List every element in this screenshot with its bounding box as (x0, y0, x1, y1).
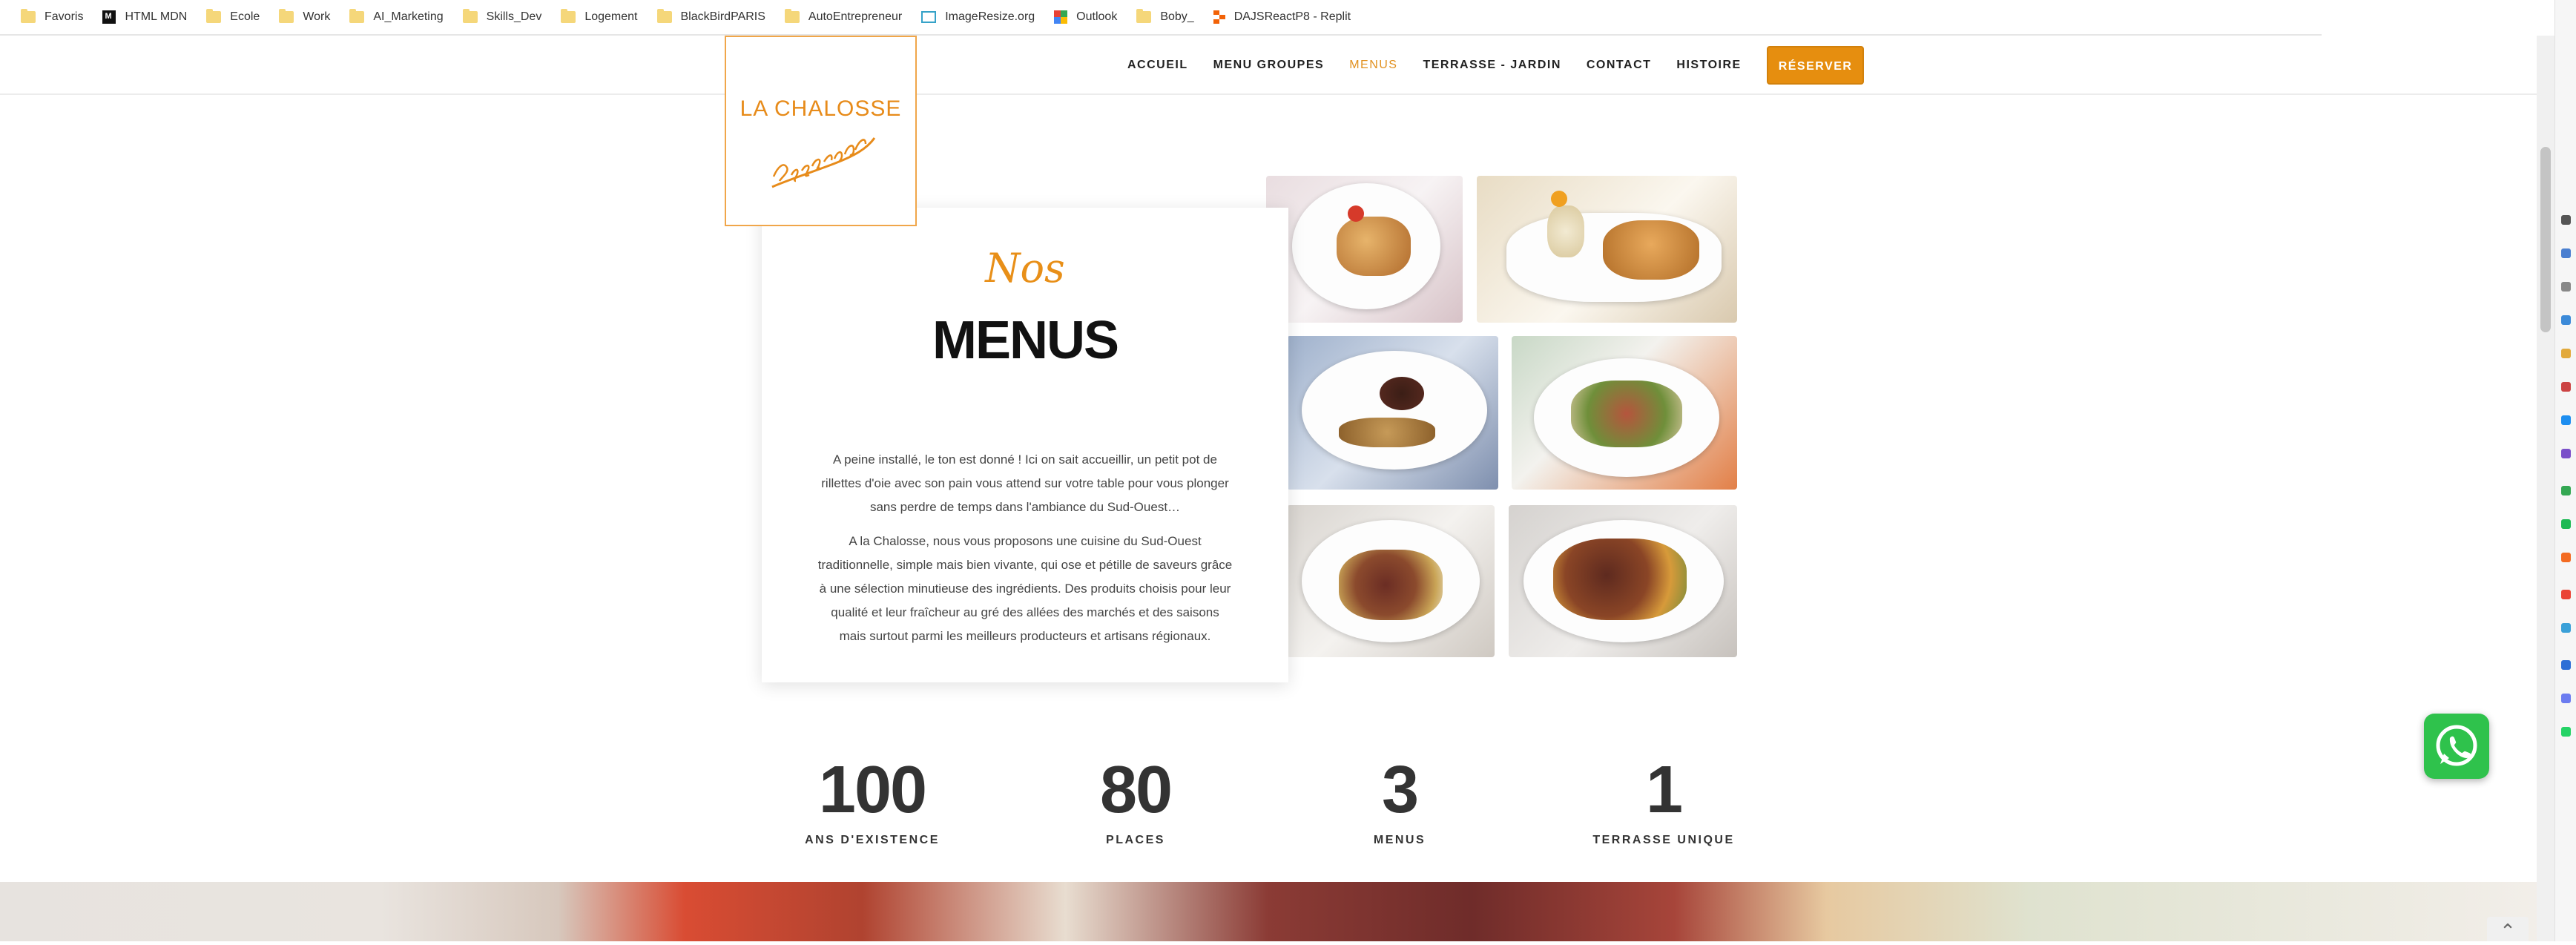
folder-icon (656, 9, 672, 23)
sidebar-app-icon[interactable] (2561, 282, 2571, 292)
nav-histoire[interactable]: HISTOIRE (1676, 59, 1741, 72)
bookmark-favoris[interactable]: Favoris (13, 0, 95, 35)
counter-terrace-value: 1 (1645, 753, 1683, 827)
sidebar-app-icon[interactable] (2561, 553, 2571, 562)
sidebar-app-icon[interactable] (2561, 349, 2571, 358)
sidebar-app-icon[interactable] (2561, 694, 2571, 703)
counter-years-label: ANS D'EXISTENCE (805, 834, 940, 846)
whatsapp-icon (2436, 725, 2477, 766)
folder-icon (279, 9, 294, 23)
dish-photo-1 (1266, 176, 1463, 323)
counter-menus-value: 3 (1381, 753, 1419, 827)
site-header: ACCUEIL MENU GROUPES MENUS TERRASSE - JA… (0, 36, 2537, 95)
bookmark-autoentrepreneur[interactable]: AutoEntrepreneur (777, 0, 914, 35)
sidebar-app-icon[interactable] (2561, 382, 2571, 392)
counter-terrace: 1 TERRASSE UNIQUE (1545, 749, 1782, 847)
chevron-up-icon: ⌃ (2500, 920, 2516, 942)
sidebar-app-icon[interactable] (2561, 727, 2571, 737)
bookmark-work[interactable]: Work (271, 0, 342, 35)
dish-photo-6 (1509, 505, 1737, 657)
dish-photo-2 (1477, 176, 1737, 323)
section-title: MENUS (932, 311, 1119, 370)
bookmark-outlook[interactable]: Outlook (1047, 0, 1129, 35)
counter-menus-label: MENUS (1373, 834, 1426, 846)
browser-side-panel (2554, 0, 2576, 941)
folder-icon (21, 9, 36, 23)
bookmark-blackbirdparis[interactable]: BlackBirdPARIS (650, 0, 777, 35)
sidebar-app-icon[interactable] (2561, 215, 2571, 225)
main-nav: ACCUEIL MENU GROUPES MENUS TERRASSE - JA… (1127, 36, 1865, 95)
folder-icon (1136, 9, 1152, 23)
sidebar-app-icon[interactable] (2561, 519, 2571, 529)
counter-menus: 3 MENUS (1281, 749, 1518, 847)
reserve-button[interactable]: RÉSERVER (1766, 46, 1865, 85)
sidebar-app-icon[interactable] (2561, 623, 2571, 633)
sidebar-app-icon[interactable] (2561, 486, 2571, 495)
bookmark-boby[interactable]: Boby_ (1129, 0, 1205, 35)
page-scrollbar[interactable] (2537, 36, 2554, 941)
bookmark-imageresize[interactable]: ImageResize.org (914, 0, 1047, 35)
nav-menus[interactable]: MENUS (1349, 59, 1397, 72)
counter-seats-label: PLACES (1106, 834, 1165, 846)
site-logo[interactable]: LA CHALOSSE (725, 36, 917, 226)
sidebar-app-icon[interactable] (2561, 415, 2571, 425)
food-banner-image (0, 882, 2537, 941)
folder-icon (349, 9, 365, 23)
folder-icon (784, 9, 800, 23)
intro-paragraph: A peine installé, le ton est donné ! Ici… (821, 452, 1229, 514)
bookmark-logement[interactable]: Logement (553, 0, 649, 35)
bookmark-ecole[interactable]: Ecole (199, 0, 271, 35)
image-resize-icon (921, 11, 937, 23)
dish-photo-3 (1287, 336, 1498, 490)
sidebar-app-icon[interactable] (2561, 590, 2571, 599)
counter-seats-value: 80 (1099, 753, 1173, 827)
folder-icon (462, 9, 478, 23)
counter-terrace-label: TERRASSE UNIQUE (1592, 834, 1735, 846)
menus-card: Nos MENUS A peine installé, le ton est d… (762, 208, 1288, 682)
scroll-to-top-button[interactable]: ⌃ (2487, 917, 2529, 942)
sidebar-app-icon[interactable] (2561, 315, 2571, 325)
replit-icon (1213, 10, 1225, 24)
logo-name: LA CHALOSSE (739, 96, 902, 121)
outlook-icon (1054, 10, 1068, 24)
mdn-icon (102, 10, 116, 24)
counter-seats: 80 PLACES (1017, 749, 1254, 847)
logo-tagline-signature (771, 137, 876, 188)
nav-terrasse-jardin[interactable]: TERRASSE - JARDIN (1423, 59, 1561, 72)
sidebar-app-icon[interactable] (2561, 248, 2571, 258)
section-script-title: Nos (985, 245, 1065, 292)
counter-years-value: 100 (818, 753, 927, 827)
section-text: A peine installé, le ton est donné ! Ici… (817, 448, 1233, 659)
folder-icon (206, 9, 222, 23)
nav-menu-groupes[interactable]: MENU GROUPES (1213, 59, 1325, 72)
bookmark-html-mdn[interactable]: HTML MDN (95, 0, 199, 35)
nav-contact[interactable]: CONTACT (1587, 59, 1652, 72)
folder-icon (561, 9, 576, 23)
bookmark-ai-marketing[interactable]: AI_Marketing (342, 0, 455, 35)
whatsapp-button[interactable] (2424, 714, 2489, 779)
bookmarks-bar: Favoris HTML MDN Ecole Work AI_Marketing… (0, 0, 2322, 36)
dish-photo-4 (1512, 336, 1737, 490)
bookmark-replit[interactable]: DAJSReactP8 - Replit (1206, 0, 1363, 35)
bookmark-skills-dev[interactable]: Skills_Dev (455, 0, 554, 35)
description-paragraph: A la Chalosse, nous vous proposons une c… (817, 534, 1233, 643)
sidebar-app-icon[interactable] (2561, 449, 2571, 458)
dish-photo-5 (1287, 505, 1495, 657)
nav-accueil[interactable]: ACCUEIL (1127, 59, 1188, 72)
scrollbar-thumb[interactable] (2540, 147, 2551, 332)
sidebar-app-icon[interactable] (2561, 660, 2571, 670)
counter-years: 100 ANS D'EXISTENCE (754, 749, 991, 847)
